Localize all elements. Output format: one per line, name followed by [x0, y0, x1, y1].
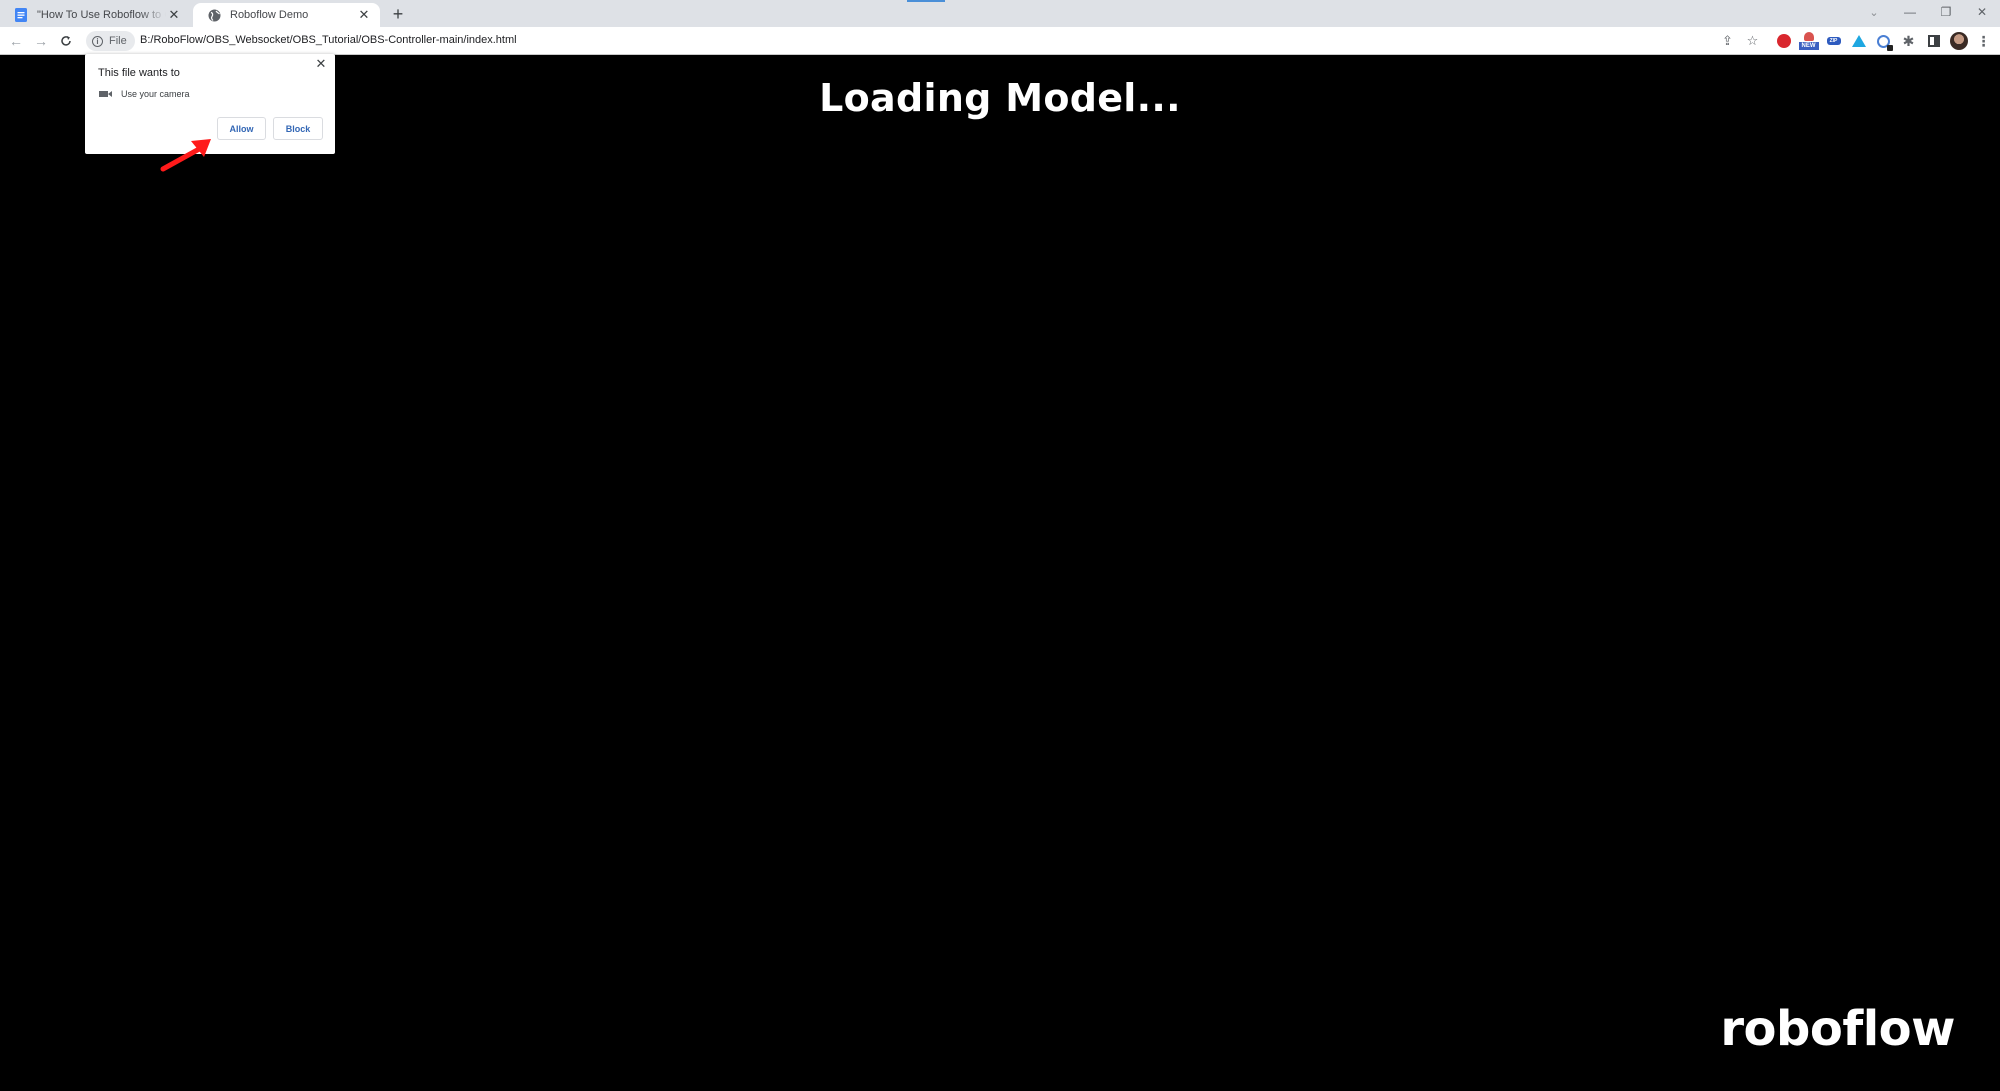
tab-roboflow-demo[interactable]: Roboflow Demo ✕ [193, 3, 380, 27]
share-icon[interactable]: ⇪ [1715, 30, 1740, 52]
minimize-button[interactable]: — [1892, 0, 1928, 24]
tab-strip: "How To Use Roboflow to Control ✕ Robofl… [0, 0, 2000, 27]
globe-icon [207, 8, 221, 22]
zip-badge: ZIP [1826, 37, 1841, 45]
side-panel-icon[interactable] [1921, 30, 1946, 52]
forward-button[interactable]: → [31, 31, 51, 51]
toolbar-actions: ⇪ ☆ NEW ZIP ✱ ⋮ [1715, 30, 1996, 52]
bookmark-star-icon[interactable]: ☆ [1740, 30, 1765, 52]
menu-kebab-icon[interactable]: ⋮ [1971, 30, 1996, 52]
prompt-title: This file wants to [98, 67, 180, 79]
annotation-arrow-icon [160, 139, 211, 172]
tab-search-icon[interactable]: ⌄ [1864, 2, 1884, 22]
permission-text: Use your camera [121, 89, 190, 99]
allow-button[interactable]: Allow [217, 117, 266, 140]
extension-zip-icon[interactable]: ZIP [1821, 30, 1846, 52]
tab-title: Roboflow Demo [230, 9, 309, 21]
close-window-button[interactable]: ✕ [1964, 0, 2000, 24]
window-controls: — ❐ ✕ [1892, 0, 2000, 24]
close-prompt-icon[interactable]: ✕ [314, 56, 328, 71]
docs-icon [14, 8, 28, 22]
block-button[interactable]: Block [273, 117, 323, 140]
tab-drag-indicator [907, 0, 945, 2]
address-bar[interactable]: i File B:/RoboFlow/OBS_Websocket/OBS_Tut… [84, 30, 1714, 52]
tab-how-to-use-roboflow[interactable]: "How To Use Roboflow to Control ✕ [0, 3, 190, 27]
restore-button[interactable]: ❐ [1928, 0, 1964, 24]
new-badge: NEW [1798, 42, 1819, 50]
roboflow-logo: roboflow [1720, 1001, 1955, 1057]
camera-icon [99, 91, 112, 97]
site-info-chip[interactable]: i File [86, 31, 135, 51]
browser-toolbar: ← → i File B:/RoboFlow/OBS_Websocket/OBS… [0, 27, 2000, 55]
close-tab-icon[interactable]: ✕ [356, 7, 372, 23]
extension-password-icon[interactable] [1871, 30, 1896, 52]
site-info-label: File [109, 35, 127, 47]
tab-title: "How To Use Roboflow to Control [37, 9, 166, 21]
close-tab-icon[interactable]: ✕ [166, 7, 182, 23]
extension-new-icon[interactable]: NEW [1796, 30, 1821, 52]
extensions-puzzle-icon[interactable]: ✱ [1896, 30, 1921, 52]
profile-avatar[interactable] [1946, 30, 1971, 52]
reload-icon [61, 36, 71, 46]
extension-a-icon[interactable] [1846, 30, 1871, 52]
extension-red-icon[interactable] [1771, 30, 1796, 52]
page-content: Loading Model... roboflow [0, 56, 2000, 1091]
reload-button[interactable] [56, 31, 76, 51]
new-tab-button[interactable]: + [388, 4, 408, 24]
url-text[interactable]: B:/RoboFlow/OBS_Websocket/OBS_Tutorial/O… [140, 34, 517, 46]
back-button[interactable]: ← [6, 31, 26, 51]
info-icon: i [92, 35, 103, 47]
permission-row: Use your camera [99, 89, 190, 99]
